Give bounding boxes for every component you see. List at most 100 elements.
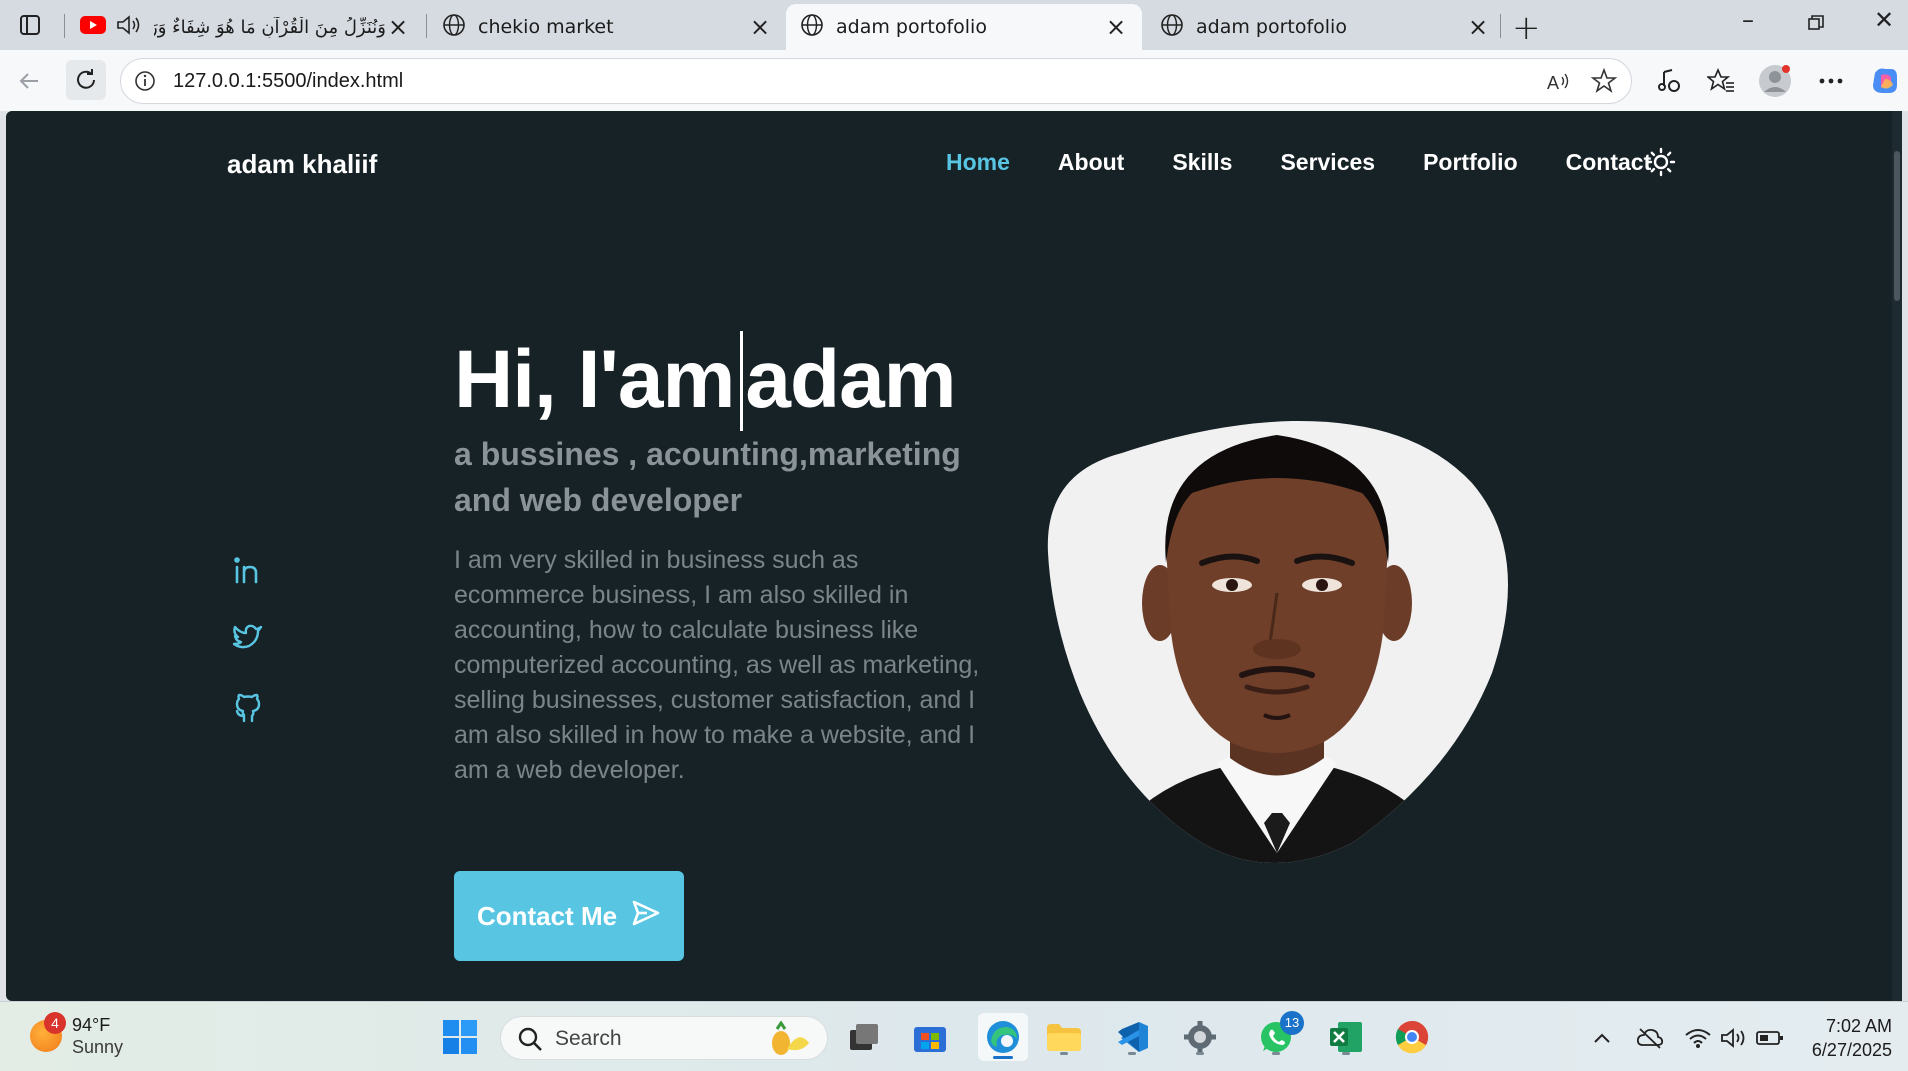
speaker-icon[interactable]: [116, 14, 142, 41]
info-icon[interactable]: [133, 69, 157, 97]
tab-actions-icon[interactable]: [14, 10, 46, 40]
weather-temperature: 94°F: [72, 1015, 111, 1035]
nav-portfolio[interactable]: Portfolio: [1423, 149, 1518, 176]
globe-icon: [800, 13, 824, 42]
twitter-icon[interactable]: [232, 622, 264, 654]
send-icon: [631, 899, 661, 934]
vscode-icon[interactable]: [1112, 1017, 1152, 1057]
tab-title: adam portofolio: [1196, 16, 1347, 38]
refresh-icon[interactable]: [66, 60, 106, 100]
windows-start-icon[interactable]: [440, 1017, 480, 1057]
task-view-icon[interactable]: [844, 1017, 884, 1057]
close-tab-icon[interactable]: ×: [1466, 13, 1490, 41]
file-explorer-icon[interactable]: [1044, 1017, 1084, 1057]
clock-time: 7:02 AM: [1825, 1016, 1892, 1036]
excel-icon[interactable]: [1326, 1017, 1366, 1057]
tab-chekio-market[interactable]: chekio market ×: [428, 4, 786, 50]
back-arrow-icon[interactable]: [12, 64, 46, 98]
running-app-indicator: [1196, 1052, 1204, 1055]
tab-strip: وَنُنَزِّلُ مِنَ الْقُرْآنِ مَا هُوَ شِف…: [0, 0, 1908, 50]
close-tab-icon[interactable]: ×: [386, 13, 410, 41]
hero-greeting: Hi, I'am: [454, 334, 735, 425]
profile-avatar[interactable]: [1758, 64, 1792, 98]
onedrive-offline-icon[interactable]: [1636, 1024, 1664, 1052]
taskbar-clock[interactable]: 7:02 AM 6/27/2025: [1800, 1014, 1892, 1062]
close-tab-icon[interactable]: ×: [748, 13, 772, 41]
svg-text:A: A: [1547, 73, 1559, 93]
profile-photo: [1032, 413, 1522, 873]
weather-sun-icon: 4: [30, 1012, 66, 1052]
globe-icon: [1160, 13, 1184, 42]
linkedin-icon[interactable]: [232, 555, 264, 587]
url-text[interactable]: 127.0.0.1:5500/index.html: [173, 70, 403, 93]
nav-about[interactable]: About: [1058, 149, 1124, 176]
tab-adam-portofolio-active[interactable]: adam portofolio ×: [786, 4, 1142, 50]
browser-toolbar: 127.0.0.1:5500/index.html A: [0, 50, 1908, 111]
tab-adam-portofolio[interactable]: adam portofolio ×: [1146, 4, 1504, 50]
tab-separator: [1500, 14, 1501, 38]
tab-title: وَنُنَزِّلُ مِنَ الْقُرْآنِ مَا هُوَ شِف…: [154, 16, 386, 38]
edge-browser-icon[interactable]: [978, 1013, 1028, 1061]
show-hidden-icons-icon[interactable]: [1588, 1024, 1616, 1052]
address-bar[interactable]: 127.0.0.1:5500/index.html A: [120, 58, 1632, 104]
youtube-icon: [80, 15, 106, 40]
whatsapp-badge: 13: [1280, 1011, 1304, 1035]
weather-condition: Sunny: [72, 1037, 124, 1057]
sun-icon[interactable]: [1646, 147, 1676, 177]
media-icon[interactable]: [1652, 64, 1686, 98]
contact-button-label: Contact Me: [476, 900, 618, 931]
page-viewport: adam khaliif Home About Skills Services …: [6, 111, 1902, 1001]
tab-youtube[interactable]: وَنُنَزِّلُ مِنَ الْقُرْآنِ مَا هُوَ شِف…: [66, 4, 424, 50]
github-icon[interactable]: [232, 693, 264, 725]
restore-button[interactable]: [1796, 10, 1836, 38]
scrollbar-thumb[interactable]: [1894, 151, 1900, 301]
page-scrollbar[interactable]: [1892, 111, 1902, 1001]
read-aloud-icon[interactable]: A: [1545, 69, 1571, 99]
tab-title: chekio market: [478, 16, 614, 38]
clock-date: 6/27/2025: [1811, 1040, 1892, 1060]
tab-separator: [64, 14, 65, 38]
contact-me-button[interactable]: Contact Me: [454, 871, 684, 961]
windows-taskbar: 4 94°F Sunny Search 13 7:02 AM 6/27/2025: [0, 1001, 1908, 1071]
hero-subtitle: a bussines , acounting,marketing and web…: [454, 436, 961, 518]
tab-separator: [426, 14, 427, 38]
nav-skills[interactable]: Skills: [1172, 149, 1232, 176]
weather-widget[interactable]: 4 94°F Sunny: [30, 1012, 124, 1058]
nav-services[interactable]: Services: [1280, 149, 1375, 176]
hero-name: adam: [745, 334, 956, 425]
running-app-indicator: [1060, 1052, 1068, 1055]
copilot-icon[interactable]: [1868, 64, 1902, 98]
typing-caret: [740, 331, 744, 432]
close-tab-icon[interactable]: ×: [1104, 13, 1128, 41]
wifi-icon[interactable]: [1684, 1024, 1712, 1052]
running-app-indicator: [1128, 1052, 1136, 1055]
taskbar-search[interactable]: Search: [500, 1016, 828, 1060]
favorite-star-icon[interactable]: [1590, 67, 1618, 98]
close-window-button[interactable]: ✕: [1864, 6, 1904, 34]
site-logo[interactable]: adam khaliif: [227, 149, 377, 180]
chrome-icon[interactable]: [1392, 1017, 1432, 1057]
minimize-button[interactable]: –: [1728, 6, 1768, 34]
notification-badge: 4: [44, 1012, 66, 1034]
whatsapp-icon[interactable]: 13: [1256, 1011, 1304, 1057]
new-tab-button[interactable]: +: [1512, 8, 1541, 48]
microsoft-store-icon[interactable]: [910, 1017, 950, 1057]
running-app-indicator: [1342, 1052, 1350, 1055]
nav-home[interactable]: Home: [946, 149, 1010, 176]
more-options-icon[interactable]: [1814, 64, 1848, 98]
favorites-icon[interactable]: [1704, 64, 1738, 98]
tab-title: adam portofolio: [836, 16, 987, 38]
battery-icon[interactable]: [1756, 1024, 1784, 1052]
search-placeholder: Search: [555, 1027, 622, 1050]
globe-icon: [442, 13, 466, 42]
search-icon: [517, 1026, 543, 1056]
settings-gear-icon[interactable]: [1180, 1017, 1220, 1057]
hero-heading: Hi, I'am adam: [454, 331, 957, 435]
nav-contact[interactable]: Contact: [1566, 149, 1652, 176]
active-app-indicator: [993, 1056, 1013, 1059]
volume-icon[interactable]: [1720, 1024, 1748, 1052]
fruit-highlight-icon: [765, 1020, 813, 1061]
running-app-indicator: [1272, 1052, 1280, 1055]
main-nav: Home About Skills Services Portfolio Con…: [946, 149, 1651, 176]
hero-description: I am very skilled in business such as ec…: [454, 546, 980, 784]
